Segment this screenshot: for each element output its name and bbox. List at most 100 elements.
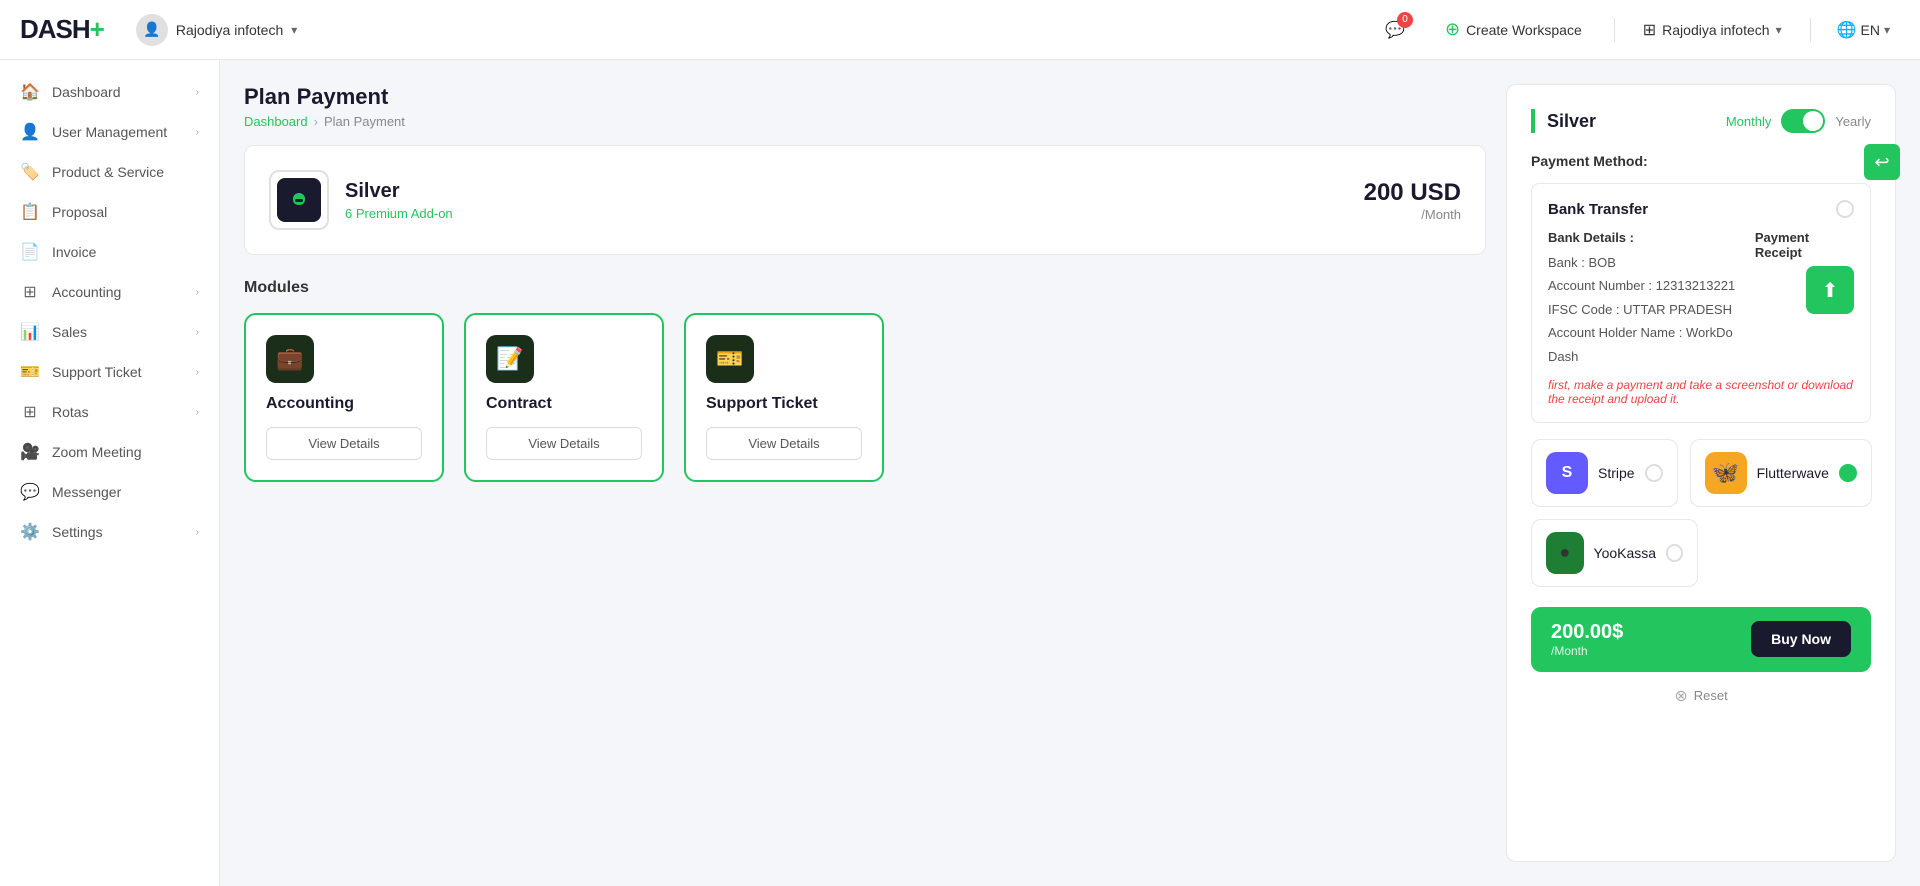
language-button[interactable]: 🌐 EN ▾ — [1827, 14, 1900, 46]
module-icon-wrap: 📝 — [486, 335, 534, 383]
notification-badge: 0 — [1397, 12, 1413, 28]
module-card-contract[interactable]: 📝 Contract View Details — [464, 313, 664, 482]
payment-method-label: Payment Method: — [1531, 153, 1871, 169]
sidebar-item-left: ⊞ Accounting — [20, 282, 121, 302]
breadcrumb: Dashboard › Plan Payment — [244, 114, 1486, 129]
bank-transfer-header: Bank Transfer — [1548, 200, 1854, 218]
yearly-label: Yearly — [1835, 114, 1871, 129]
chevron-down-icon: ▾ — [1776, 23, 1782, 37]
stripe-icon: S — [1546, 452, 1588, 494]
module-card-support-ticket[interactable]: 🎫 Support Ticket View Details — [684, 313, 884, 482]
payment-receipt-section: Payment Receipt ⬆ — [1755, 230, 1854, 314]
plan-logo — [269, 170, 329, 230]
yookassa-option[interactable]: ● YooKassa — [1531, 519, 1698, 587]
header: DASH+ 👤 Rajodiya infotech ▾ 💬 0 ⊕ Create… — [0, 0, 1920, 60]
sidebar-item-left: ⊞ Rotas — [20, 402, 89, 422]
sidebar-item-sales[interactable]: 📊 Sales › — [0, 312, 219, 352]
sidebar-item-zoom-meeting[interactable]: 🎥 Zoom Meeting — [0, 432, 219, 472]
module-name: Support Ticket — [706, 395, 862, 413]
toggle-thumb — [1803, 111, 1823, 131]
module-icon: 💼 — [276, 346, 303, 372]
panel-plan-name: Silver — [1547, 111, 1596, 132]
bank-transfer-radio[interactable] — [1836, 200, 1854, 218]
view-details-button[interactable]: View Details — [486, 427, 642, 460]
sidebar-item-left: 📋 Proposal — [20, 202, 107, 222]
sidebar-label-settings: Settings — [52, 524, 103, 540]
reset-label: Reset — [1694, 688, 1728, 703]
buy-now-button[interactable]: Buy Now — [1751, 621, 1851, 657]
sidebar-item-accounting[interactable]: ⊞ Accounting › — [0, 272, 219, 312]
divider — [1614, 18, 1615, 42]
globe-icon: 🌐 — [1837, 20, 1857, 40]
workspace-name: Rajodiya infotech — [176, 22, 283, 38]
sidebar-item-left: 📊 Sales — [20, 322, 87, 342]
logo: DASH+ — [20, 14, 104, 45]
sidebar-label-support-ticket: Support Ticket — [52, 364, 142, 380]
yookassa-icon: ● — [1546, 532, 1584, 574]
chevron-icon: › — [196, 87, 199, 98]
avatar: 👤 — [136, 14, 168, 46]
back-button[interactable]: ↩ — [1864, 144, 1900, 180]
sidebar-icon-user-management: 👤 — [20, 122, 40, 142]
yookassa-radio[interactable] — [1666, 544, 1683, 562]
sidebar-item-support-ticket[interactable]: 🎫 Support Ticket › — [0, 352, 219, 392]
plan-info-left: Silver 6 Premium Add-on — [269, 170, 453, 230]
sidebar-label-product-service: Product & Service — [52, 164, 164, 180]
workspace-switch-button[interactable]: ⊞ Rajodiya infotech ▾ — [1631, 14, 1794, 46]
ifsc-code: IFSC Code : UTTAR PRADESH — [1548, 298, 1755, 321]
account-holder: Account Holder Name : WorkDo Dash — [1548, 321, 1755, 368]
sidebar-item-rotas[interactable]: ⊞ Rotas › — [0, 392, 219, 432]
module-card-accounting[interactable]: 💼 Accounting View Details — [244, 313, 444, 482]
sidebar-item-left: 💬 Messenger — [20, 482, 121, 502]
sidebar-item-settings[interactable]: ⚙️ Settings › — [0, 512, 219, 552]
notification-button[interactable]: 💬 0 — [1377, 12, 1413, 48]
sidebar-item-dashboard[interactable]: 🏠 Dashboard › — [0, 72, 219, 112]
plan-price-period: /Month — [1364, 207, 1461, 222]
chevron-icon: › — [196, 127, 199, 138]
view-details-button[interactable]: View Details — [266, 427, 422, 460]
sidebar-icon-settings: ⚙️ — [20, 522, 40, 542]
sidebar-item-invoice[interactable]: 📄 Invoice — [0, 232, 219, 272]
reset-icon: ⊗ — [1674, 686, 1687, 706]
sidebar-item-left: 📄 Invoice — [20, 242, 96, 262]
sidebar-icon-proposal: 📋 — [20, 202, 40, 222]
sidebar-item-left: 🎫 Support Ticket — [20, 362, 142, 382]
sidebar-item-user-management[interactable]: 👤 User Management › — [0, 112, 219, 152]
modules-section: Modules 💼 Accounting View Details 📝 Cont… — [244, 279, 1486, 482]
sidebar-item-product-service[interactable]: 🏷️ Product & Service — [0, 152, 219, 192]
payment-options: S Stripe 🦋 Flutterwave ● YooKassa — [1531, 439, 1871, 587]
sidebar: 🏠 Dashboard › 👤 User Management › 🏷️ Pro… — [0, 60, 220, 886]
sidebar-item-messenger[interactable]: 💬 Messenger — [0, 472, 219, 512]
breadcrumb-home[interactable]: Dashboard — [244, 114, 308, 129]
sidebar-label-invoice: Invoice — [52, 244, 96, 260]
upload-receipt-button[interactable]: ⬆ — [1806, 266, 1854, 314]
bank-info: Bank : BOB Account Number : 12313213221 … — [1548, 251, 1755, 368]
bank-details-label: Bank Details : — [1548, 230, 1755, 245]
bank-details: Bank Details : Bank : BOB Account Number… — [1548, 230, 1755, 368]
module-icon-wrap: 🎫 — [706, 335, 754, 383]
reset-row[interactable]: ⊗ Reset — [1531, 686, 1871, 706]
flutterwave-option[interactable]: 🦋 Flutterwave — [1690, 439, 1872, 507]
sidebar-label-messenger: Messenger — [52, 484, 121, 500]
sidebar-item-left: 🎥 Zoom Meeting — [20, 442, 141, 462]
logo-text: DASH+ — [20, 14, 104, 45]
view-details-button[interactable]: View Details — [706, 427, 862, 460]
sidebar-item-proposal[interactable]: 📋 Proposal — [0, 192, 219, 232]
buy-bar[interactable]: 200.00$ /Month Buy Now — [1531, 607, 1871, 672]
workspace-selector[interactable]: 👤 Rajodiya infotech ▾ — [124, 8, 309, 52]
bank-transfer-title: Bank Transfer — [1548, 201, 1648, 218]
billing-toggle-track[interactable] — [1781, 109, 1825, 133]
plan-card: Silver 6 Premium Add-on 200 USD /Month — [244, 145, 1486, 255]
create-workspace-button[interactable]: ⊕ Create Workspace — [1429, 11, 1598, 48]
payment-panel: Silver Monthly Yearly Payment Method: Ba… — [1506, 84, 1896, 862]
payment-row-2: ● YooKassa — [1531, 519, 1871, 587]
stripe-option[interactable]: S Stripe — [1531, 439, 1678, 507]
sidebar-icon-zoom-meeting: 🎥 — [20, 442, 40, 462]
plus-icon: ⊕ — [1445, 19, 1460, 40]
plan-details: Silver 6 Premium Add-on — [345, 180, 453, 221]
flutterwave-radio[interactable] — [1839, 464, 1857, 482]
billing-toggle[interactable]: Monthly Yearly — [1726, 109, 1871, 133]
payment-row-1: S Stripe 🦋 Flutterwave — [1531, 439, 1871, 507]
content-main: Plan Payment Dashboard › Plan Payment — [244, 84, 1486, 862]
stripe-radio[interactable] — [1645, 464, 1663, 482]
